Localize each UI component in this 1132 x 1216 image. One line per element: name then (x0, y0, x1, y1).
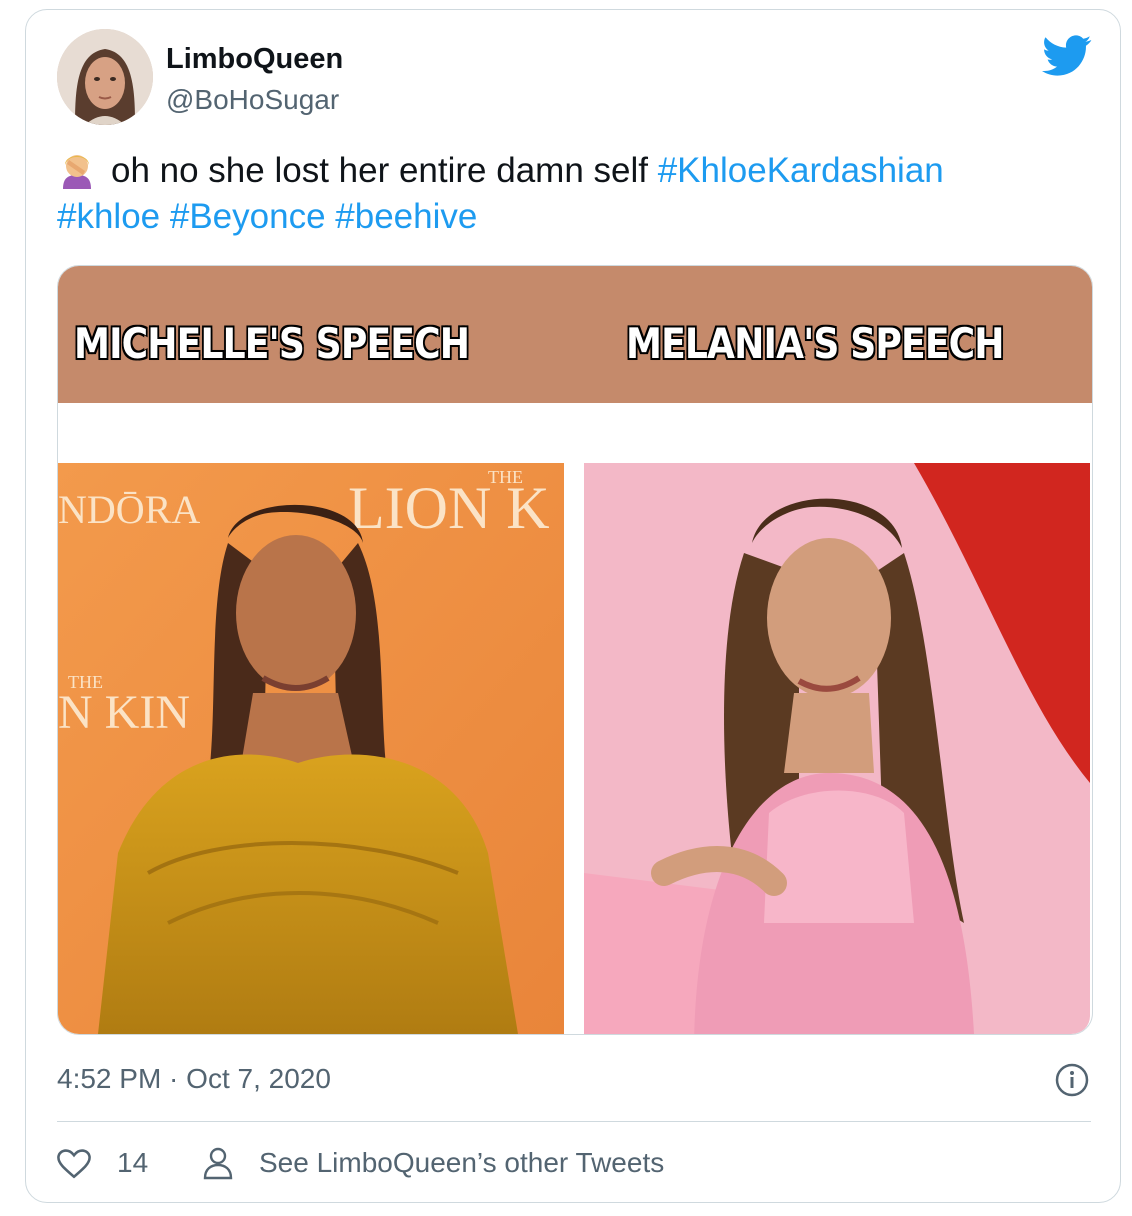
heart-icon[interactable] (57, 1148, 91, 1180)
tweet-text: oh no she lost her entire damn self #Khl… (57, 148, 1067, 240)
see-other-tweets-link[interactable]: See LimboQueen’s other Tweets (259, 1147, 664, 1179)
backdrop-text: N KIN (58, 686, 190, 739)
author-name[interactable]: LimboQueen (166, 43, 343, 76)
left-photo: NDŌRA THE LION K THE N KIN (58, 453, 564, 1034)
author-handle[interactable]: @BoHoSugar (166, 84, 339, 116)
tweet-media[interactable]: MICHELLE'S SPEECH MELANIA'S SPEECH NDŌRA… (57, 265, 1093, 1035)
meme-right-label: MELANIA'S SPEECH (626, 319, 1005, 368)
hashtag-link[interactable]: #khloe (57, 197, 160, 236)
backdrop-text: LION K (348, 475, 550, 541)
tweet-timestamp[interactable]: 4:52 PM · Oct 7, 2020 (57, 1063, 331, 1095)
hashtag-link[interactable]: #Beyonce (170, 197, 326, 236)
right-photo (584, 453, 1090, 1034)
avatar-photo (57, 29, 153, 125)
tweet-body: oh no she lost her entire damn self (111, 151, 648, 190)
backdrop-text: NDŌRA (58, 487, 200, 532)
info-icon[interactable] (1055, 1063, 1089, 1097)
person-icon[interactable] (201, 1146, 235, 1180)
like-count[interactable]: 14 (117, 1147, 148, 1179)
avatar[interactable] (57, 29, 153, 125)
twitter-bird-icon[interactable] (1042, 35, 1092, 77)
hashtag-link[interactable]: #KhloeKardashian (658, 151, 944, 190)
meme-left-label: MICHELLE'S SPEECH (74, 319, 470, 368)
face-palm-emoji-icon (57, 149, 97, 189)
hashtag-link[interactable]: #beehive (335, 197, 477, 236)
divider (57, 1121, 1091, 1122)
